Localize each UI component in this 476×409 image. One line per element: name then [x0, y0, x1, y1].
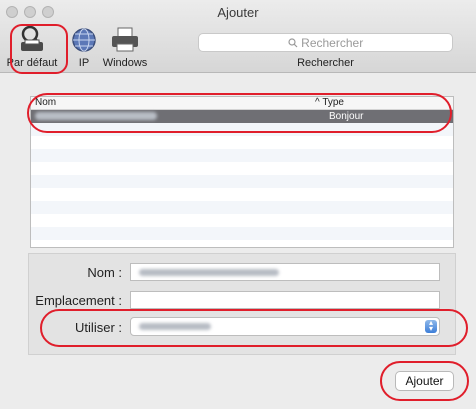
driver-select[interactable]: ▴ ▾ [130, 317, 440, 336]
title-bar: Ajouter Par défaut IP Windows Rechercher… [0, 0, 476, 73]
printer-name-redacted [35, 112, 157, 120]
toolbar-windows-button[interactable]: Windows [95, 24, 155, 69]
list-header: Nom ^ Type [31, 97, 453, 110]
name-label: Nom : [87, 265, 122, 280]
list-item-empty [31, 175, 453, 188]
list-item-empty [31, 188, 453, 201]
list-item-selected[interactable]: Bonjour [31, 110, 453, 123]
sort-ascending-icon: ^ [315, 97, 320, 108]
add-printer-window: Ajouter Par défaut IP Windows Rechercher… [0, 0, 476, 409]
list-item-empty [31, 227, 453, 240]
window-title: Ajouter [217, 5, 259, 20]
column-header-type-label: Type [322, 97, 344, 108]
list-item-empty [31, 123, 453, 136]
search-placeholder: Rechercher [301, 36, 364, 50]
use-label: Utiliser : [75, 320, 122, 335]
list-item-empty [31, 201, 453, 214]
toolbar-windows-label: Windows [102, 57, 148, 69]
default-printer-icon [2, 24, 62, 54]
printer-list[interactable]: Nom ^ Type Bonjour [30, 96, 454, 248]
search-field[interactable]: Rechercher [198, 33, 453, 52]
list-item-empty [31, 136, 453, 149]
column-header-name[interactable]: Nom [35, 97, 56, 109]
name-field[interactable] [130, 263, 440, 281]
list-rows: Bonjour [31, 110, 453, 247]
location-label: Emplacement : [35, 293, 122, 308]
list-item-empty [31, 149, 453, 162]
toolbar-default-button[interactable]: Par défaut [2, 24, 62, 69]
column-header-type[interactable]: ^ Type [315, 97, 344, 109]
windows-printer-icon [95, 24, 155, 54]
toolbar-default-label: Par défaut [6, 57, 58, 69]
list-item-empty [31, 214, 453, 227]
search-caption: Rechercher [297, 57, 354, 69]
search-icon [288, 36, 301, 50]
add-button[interactable]: Ajouter [395, 371, 454, 391]
list-item-empty [31, 162, 453, 175]
printer-type: Bonjour [329, 111, 364, 122]
list-item-empty [31, 240, 453, 247]
name-value-redacted [139, 269, 279, 276]
location-field[interactable] [130, 291, 440, 309]
select-stepper-icon: ▴ ▾ [425, 319, 437, 333]
driver-value-redacted [139, 323, 211, 330]
